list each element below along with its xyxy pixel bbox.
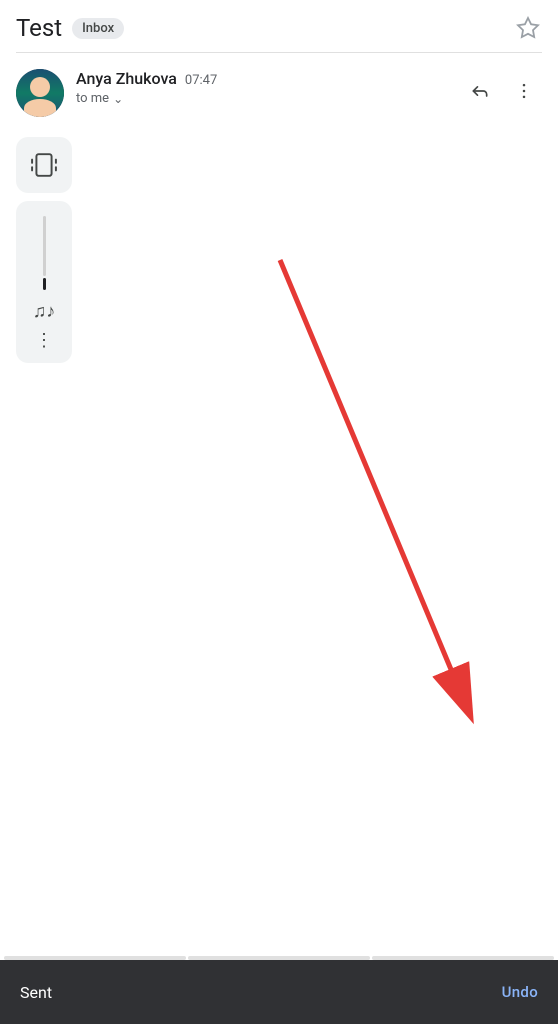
media-controls: ♫♪ ⋮ [0, 129, 558, 371]
email-meta-row: Anya Zhukova 07:47 to me ⌄ [0, 53, 558, 129]
recipient-row[interactable]: to me ⌄ [76, 91, 462, 106]
waveform-bar-short [43, 278, 46, 290]
waveform-bar-tall [43, 216, 46, 276]
sender-name: Anya Zhukova [76, 69, 177, 88]
bottom-bar: Sent Undo [0, 960, 558, 1024]
email-actions [462, 73, 542, 109]
inbox-badge[interactable]: Inbox [72, 18, 124, 39]
audio-more-icon[interactable]: ⋮ [35, 330, 53, 351]
email-header-bar: Test Inbox [0, 0, 558, 52]
avatar [16, 69, 64, 117]
undo-button[interactable]: Undo [502, 983, 538, 1001]
sender-row: Anya Zhukova 07:47 [76, 69, 462, 88]
more-options-button[interactable] [506, 73, 542, 109]
audio-waveform [24, 213, 64, 293]
reply-button[interactable] [462, 73, 498, 109]
page-title: Test [16, 14, 62, 42]
sent-label: Sent [20, 983, 52, 1002]
phone-vibrate-button[interactable] [16, 137, 72, 193]
music-note-icon: ♫♪ [33, 301, 56, 322]
email-time: 07:47 [185, 73, 217, 88]
audio-player[interactable]: ♫♪ ⋮ [16, 201, 72, 363]
chevron-down-icon: ⌄ [113, 92, 123, 106]
email-info: Anya Zhukova 07:47 to me ⌄ [76, 69, 462, 106]
star-icon[interactable] [514, 14, 542, 42]
header-left: Test Inbox [16, 14, 124, 42]
recipient-label: to me [76, 91, 109, 106]
